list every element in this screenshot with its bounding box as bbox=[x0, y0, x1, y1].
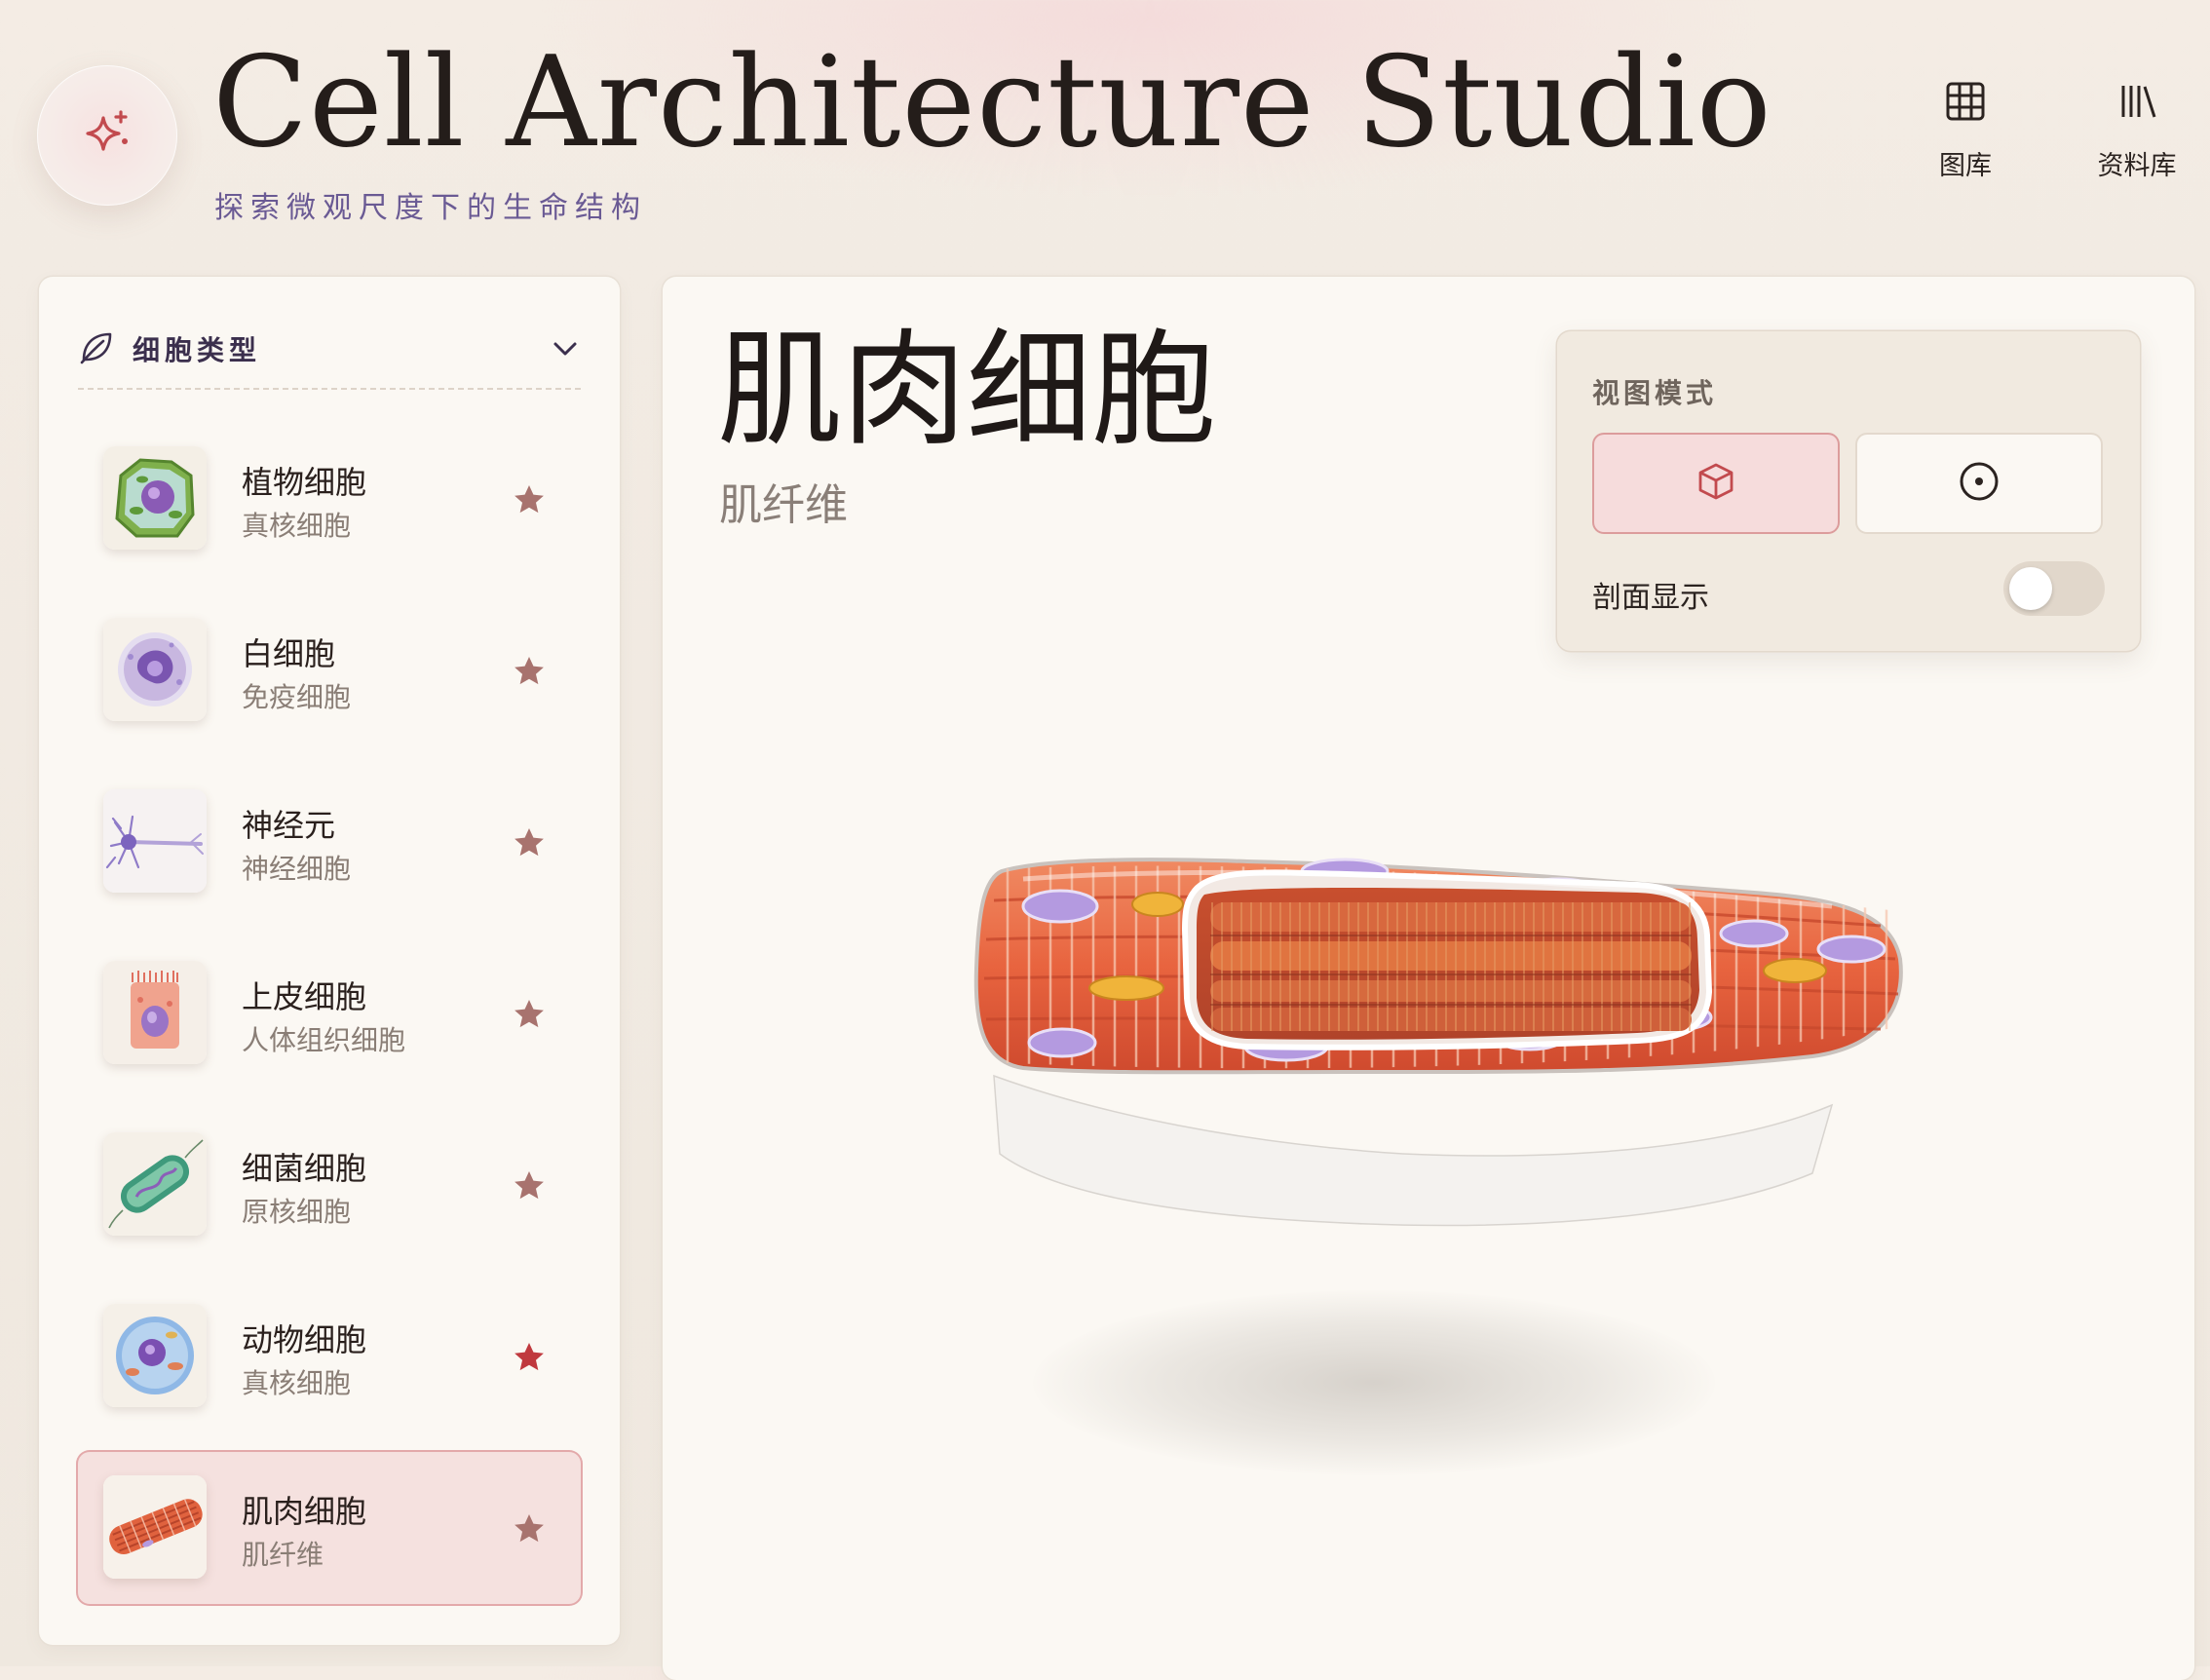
cell-name: 上皮细胞 bbox=[242, 978, 367, 1015]
app-subtitle: 探索微观尺度下的生命结构 bbox=[214, 191, 647, 225]
view-mode-title: 视图模式 bbox=[1592, 377, 1718, 409]
library-icon bbox=[2115, 80, 2158, 127]
animal-cell-thumbnail bbox=[103, 1304, 207, 1407]
view-mode-section-button[interactable] bbox=[1857, 435, 2101, 532]
cell-item-bacteria[interactable]: 细菌细胞 原核细胞 bbox=[78, 1109, 581, 1261]
cell-subtitle-main: 肌纤维 bbox=[719, 480, 848, 530]
nav-gallery-label: 图库 bbox=[1939, 151, 1992, 181]
sparkle-icon bbox=[80, 106, 134, 165]
grid-icon bbox=[1944, 80, 1987, 127]
cell-type-sidebar: 细胞类型 植物细胞 真核细胞 白细胞 免疫细胞 神经元 神经细胞 上皮细胞 人体… bbox=[39, 277, 620, 1645]
nav-library-button[interactable]: 资料库 bbox=[2074, 80, 2200, 182]
cell-item-neuron[interactable]: 神经元 神经细胞 bbox=[78, 766, 581, 918]
nav-gallery-button[interactable]: 图库 bbox=[1902, 80, 2029, 182]
nav-library-label: 资料库 bbox=[2097, 151, 2177, 181]
cell-subtitle: 免疫细胞 bbox=[242, 681, 352, 713]
chevron-down-icon bbox=[552, 337, 579, 364]
muscle-fiber-model bbox=[973, 858, 1903, 1227]
bacteria-cell-thumbnail bbox=[103, 1132, 207, 1236]
cell-item-animal[interactable]: 动物细胞 真核细胞 bbox=[78, 1280, 581, 1432]
cell-subtitle: 人体组织细胞 bbox=[242, 1024, 406, 1056]
cell-item-epithelial[interactable]: 上皮细胞 人体组织细胞 bbox=[78, 937, 581, 1089]
favorite-star-icon[interactable] bbox=[511, 824, 548, 861]
logo-badge[interactable] bbox=[37, 65, 177, 206]
cell-name: 肌肉细胞 bbox=[242, 1493, 367, 1530]
favorite-star-icon[interactable] bbox=[511, 996, 548, 1033]
cell-list: 植物细胞 真核细胞 白细胞 免疫细胞 神经元 神经细胞 上皮细胞 人体组织细胞 … bbox=[78, 423, 581, 1623]
cell-item-plant[interactable]: 植物细胞 真核细胞 bbox=[78, 423, 581, 575]
cell-item-muscle[interactable]: 肌肉细胞 肌纤维 bbox=[78, 1452, 581, 1604]
target-icon bbox=[1958, 460, 2000, 507]
cell-subtitle: 真核细胞 bbox=[242, 510, 352, 542]
favorite-star-icon[interactable] bbox=[511, 653, 548, 690]
view-mode-3d-button[interactable] bbox=[1594, 435, 1838, 532]
leaf-icon bbox=[78, 328, 115, 369]
cell-type-dropdown[interactable]: 细胞类型 bbox=[78, 320, 620, 378]
white-blood-cell-thumbnail bbox=[103, 618, 207, 721]
cell-item-white-blood[interactable]: 白细胞 免疫细胞 bbox=[78, 594, 581, 746]
cube-icon bbox=[1696, 461, 1736, 506]
cell-name: 植物细胞 bbox=[242, 464, 367, 501]
cell-name: 神经元 bbox=[242, 807, 336, 844]
sidebar-divider bbox=[78, 388, 581, 390]
cell-name: 细菌细胞 bbox=[242, 1150, 367, 1187]
plant-cell-thumbnail bbox=[103, 446, 207, 550]
muscle-cell-thumbnail bbox=[103, 1475, 207, 1579]
cell-name: 白细胞 bbox=[242, 635, 336, 672]
toggle-knob bbox=[2009, 567, 2052, 610]
cell-type-label: 细胞类型 bbox=[133, 334, 262, 366]
favorite-star-icon[interactable] bbox=[511, 1167, 548, 1204]
epithelial-cell-thumbnail bbox=[103, 961, 207, 1064]
section-display-label: 剖面显示 bbox=[1592, 581, 1709, 615]
cell-subtitle: 肌纤维 bbox=[242, 1539, 324, 1571]
app-title: Cell Architecture Studio bbox=[212, 30, 1772, 175]
section-display-toggle[interactable] bbox=[2003, 561, 2105, 616]
favorite-star-icon[interactable] bbox=[511, 1339, 548, 1376]
cell-subtitle: 神经细胞 bbox=[242, 853, 352, 885]
view-mode-panel: 视图模式 剖面显示 bbox=[1557, 331, 2140, 651]
cell-name: 动物细胞 bbox=[242, 1321, 367, 1358]
cell-detail-panel: 肌肉细胞 肌纤维 视图模式 剖面显示 bbox=[663, 277, 2194, 1680]
cell-3d-viewer[interactable] bbox=[955, 764, 2027, 1349]
favorite-star-icon[interactable] bbox=[511, 1510, 548, 1547]
favorite-star-icon[interactable] bbox=[511, 481, 548, 518]
cell-title: 肌肉细胞 bbox=[717, 318, 1217, 463]
cell-subtitle: 原核细胞 bbox=[242, 1196, 352, 1228]
cell-subtitle: 真核细胞 bbox=[242, 1367, 352, 1399]
neuron-thumbnail bbox=[103, 789, 207, 893]
